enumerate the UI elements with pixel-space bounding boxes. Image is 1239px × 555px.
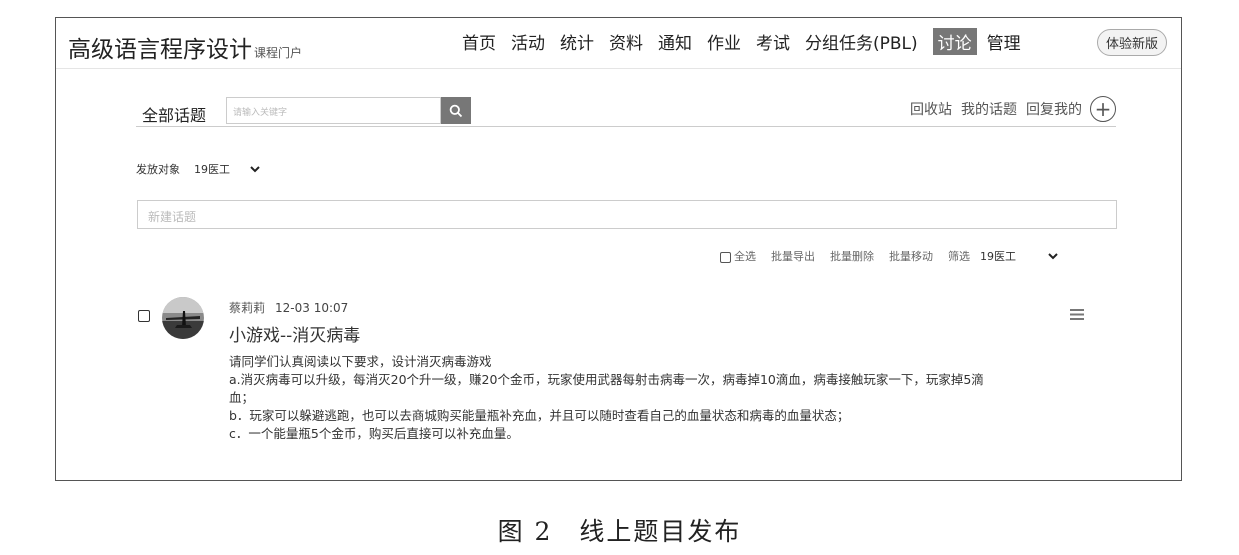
post-meta: 蔡莉莉 12-03 10:07: [229, 299, 348, 316]
add-topic-icon[interactable]: +: [1090, 96, 1116, 122]
nav-home[interactable]: 首页: [462, 29, 496, 54]
post-checkbox[interactable]: [138, 310, 150, 322]
nav-exams[interactable]: 考试: [756, 29, 790, 54]
chevron-down-icon: [250, 165, 260, 172]
menu-icon[interactable]: [1070, 305, 1084, 324]
nav-activities[interactable]: 活动: [511, 29, 545, 54]
target-label: 发放对象: [136, 163, 180, 176]
post-body: 请同学们认真阅读以下要求，设计消灭病毒游戏 a.消灭病毒可以升级，每消灭20个升…: [229, 353, 1099, 443]
nav-group-tasks[interactable]: 分组任务(PBL): [805, 29, 918, 54]
course-portal-label: 课程门户: [254, 46, 303, 60]
select-all-label: 全选: [734, 250, 756, 263]
nav-manage[interactable]: 管理: [987, 29, 1021, 54]
batch-toolbar: 全选 批量导出 批量删除 批量移动 筛选 19医工: [720, 248, 1058, 264]
try-new-version-button[interactable]: 体验新版: [1097, 29, 1168, 56]
all-topics-tab[interactable]: 全部话题: [142, 102, 206, 126]
topic-links: 回收站 我的话题 回复我的 +: [901, 96, 1116, 122]
batch-delete-button[interactable]: 批量删除: [830, 248, 874, 264]
batch-move-button[interactable]: 批量移动: [889, 248, 933, 264]
search-input[interactable]: 请输入关键字: [226, 97, 441, 124]
post-body-line: a.消灭病毒可以升级，每消灭20个升一级，赚20个金币，玩家使用武器每射击病毒一…: [229, 372, 984, 387]
main-nav: 首页 活动 统计 资料 通知 作业 考试 分组任务(PBL) 讨论 管理: [462, 28, 1036, 55]
batch-export-button[interactable]: 批量导出: [771, 248, 815, 264]
select-all-checkbox[interactable]: 全选: [720, 248, 756, 264]
nav-discussion[interactable]: 讨论: [932, 28, 977, 55]
course-title: 高级语言程序设计: [68, 37, 252, 63]
recycle-bin-link[interactable]: 回收站: [910, 99, 952, 119]
post-time: 12-03 10:07: [275, 301, 349, 315]
discussion-header: 全部话题 请输入关键字 回收站 我的话题 回复我的 +: [136, 84, 1116, 127]
target-selector[interactable]: 发放对象 19医工: [136, 161, 260, 177]
chevron-down-icon[interactable]: [1048, 252, 1058, 260]
discussion-panel: 全部话题 请输入关键字 回收站 我的话题 回复我的 + 发放对象 19医工 新建…: [56, 68, 1181, 480]
filter-label: 筛选: [948, 250, 970, 263]
replies-to-me-link[interactable]: 回复我的: [1026, 99, 1082, 119]
course-brand[interactable]: 高级语言程序设计 课程门户: [68, 30, 302, 64]
new-topic-input[interactable]: 新建话题: [137, 200, 1117, 229]
post-title[interactable]: 小游戏--消灭病毒: [229, 321, 360, 346]
post-body-line: c．一个能量瓶5个金币，购买后直接可以补充血量。: [229, 426, 519, 441]
post-body-line: b．玩家可以躲避逃跑，也可以去商城购买能量瓶补充血，并且可以随时查看自己的血量状…: [229, 408, 850, 423]
target-value: 19医工: [194, 163, 230, 176]
author-name[interactable]: 蔡莉莉: [229, 301, 265, 315]
nav-statistics[interactable]: 统计: [560, 29, 594, 54]
my-topics-link[interactable]: 我的话题: [961, 99, 1017, 119]
app-window: 高级语言程序设计 课程门户 首页 活动 统计 资料 通知 作业 考试 分组任务(P…: [55, 17, 1182, 481]
avatar[interactable]: [162, 297, 204, 339]
top-navigation-bar: 高级语言程序设计 课程门户 首页 活动 统计 资料 通知 作业 考试 分组任务(P…: [56, 18, 1181, 68]
figure-caption: 图 2 线上题目发布: [497, 517, 742, 546]
nav-materials[interactable]: 资料: [609, 29, 643, 54]
search-button[interactable]: [441, 97, 471, 124]
search-icon: [449, 104, 463, 117]
checkbox-icon: [720, 251, 731, 263]
post-body-line: 请同学们认真阅读以下要求，设计消灭病毒游戏: [229, 354, 492, 369]
post-body-line: 血；: [229, 390, 255, 405]
nav-homework[interactable]: 作业: [707, 29, 741, 54]
nav-notices[interactable]: 通知: [658, 29, 692, 54]
filter-value[interactable]: 19医工: [980, 248, 1016, 264]
